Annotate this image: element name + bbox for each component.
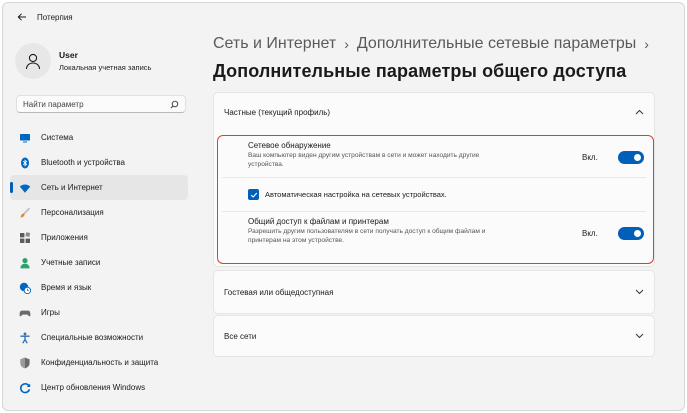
- search-placeholder: Найти параметр: [23, 99, 84, 109]
- avatar: [15, 43, 51, 79]
- sidebar-item-system[interactable]: Система: [10, 125, 188, 150]
- section-title: Все сети: [224, 331, 257, 341]
- auto-setup-label: Автоматическая настройка на сетевых устр…: [265, 190, 447, 199]
- person-icon: [19, 257, 31, 269]
- guest-public-card[interactable]: Гостевая или общедоступная: [213, 270, 655, 314]
- toggle-state-label: Вкл.: [582, 229, 598, 238]
- person-icon: [25, 53, 41, 70]
- file-sharing-toggle[interactable]: [618, 227, 644, 240]
- setting-title: Общий доступ к файлам и принтерам: [248, 217, 389, 226]
- sidebar-item-label: Bluetooth и устройства: [41, 158, 125, 167]
- checkmark-icon: [250, 192, 257, 198]
- shield-icon: [19, 357, 31, 369]
- private-profile-card: Частные (текущий профиль) Сетевое обнару…: [213, 92, 655, 267]
- sidebar-item-apps[interactable]: Приложения: [10, 225, 188, 250]
- search-icon: [170, 100, 179, 109]
- page-title: Дополнительные параметры общего доступа: [213, 61, 627, 81]
- breadcrumb-parent-link[interactable]: Сеть и Интернет: [213, 35, 336, 53]
- sidebar-item-accounts[interactable]: Учетные записи: [10, 250, 188, 275]
- globe-clock-icon: [19, 282, 31, 294]
- main-content: Сеть и Интернет › Дополнительные сетевые…: [209, 31, 684, 410]
- chevron-down-icon: [635, 333, 644, 339]
- user-profile[interactable]: User Локальная учетная запись: [15, 43, 151, 79]
- sidebar-item-gaming[interactable]: Игры: [10, 300, 188, 325]
- paintbrush-icon: [19, 206, 31, 219]
- sidebar: User Локальная учетная запись Найти пара…: [3, 31, 199, 410]
- back-button[interactable]: [11, 6, 33, 28]
- sidebar-item-label: Система: [41, 133, 74, 142]
- arrow-left-icon: [17, 13, 26, 21]
- monitor-icon: [19, 132, 31, 144]
- sidebar-item-time-language[interactable]: Время и язык: [10, 275, 188, 300]
- title-bar: Потерпия: [3, 3, 684, 31]
- divider: [222, 211, 646, 212]
- breadcrumb: Сеть и Интернет › Дополнительные сетевые…: [213, 35, 657, 53]
- setting-description: Ваш компьютер виден другим устройствам в…: [248, 152, 480, 168]
- network-discovery-toggle[interactable]: [618, 151, 644, 164]
- setting-description: Разрешить другим пользователям в сети по…: [248, 228, 486, 244]
- accessibility-icon: [19, 332, 31, 344]
- profile-name: User: [59, 50, 78, 60]
- profile-account-type: Локальная учетная запись: [59, 63, 152, 72]
- bluetooth-icon: [19, 157, 31, 169]
- chevron-right-icon: ›: [344, 36, 349, 52]
- private-profile-header[interactable]: Частные (текущий профиль): [214, 93, 654, 131]
- chevron-down-icon: [635, 289, 644, 295]
- chevron-up-icon: [635, 109, 644, 115]
- apps-icon: [19, 231, 31, 244]
- sidebar-item-privacy[interactable]: Конфиденциальность и защита: [10, 350, 188, 375]
- chevron-right-icon: ›: [644, 36, 649, 52]
- toggle-state-label: Вкл.: [582, 153, 598, 162]
- sidebar-nav: Система Bluetooth и устройства Сеть и Ин…: [10, 125, 188, 400]
- sidebar-item-label: Учетные записи: [41, 258, 101, 267]
- wifi-icon: [19, 182, 31, 194]
- sidebar-item-label: Персонализация: [41, 208, 104, 217]
- search-input[interactable]: Найти параметр: [16, 95, 186, 113]
- sidebar-item-label: Конфиденциальность и защита: [41, 358, 159, 367]
- setting-title: Сетевое обнаружение: [248, 141, 331, 150]
- sidebar-item-label: Игры: [41, 308, 60, 317]
- sidebar-item-label: Специальные возможности: [41, 333, 144, 342]
- update-icon: [19, 382, 31, 394]
- window-title: Потерпия: [37, 12, 73, 22]
- section-title: Частные (текущий профиль): [224, 107, 331, 117]
- section-title: Гостевая или общедоступная: [224, 287, 334, 297]
- divider: [222, 177, 646, 178]
- sidebar-item-label: Центр обновления Windows: [41, 383, 146, 392]
- sidebar-item-label: Время и язык: [41, 283, 92, 292]
- all-networks-card[interactable]: Все сети: [213, 315, 655, 357]
- sidebar-item-label: Приложения: [41, 233, 88, 242]
- sidebar-item-bluetooth[interactable]: Bluetooth и устройства: [10, 150, 188, 175]
- all-networks-header[interactable]: Все сети: [214, 316, 654, 356]
- sidebar-item-label: Сеть и Интернет: [41, 183, 103, 192]
- guest-public-header[interactable]: Гостевая или общедоступная: [214, 271, 654, 313]
- settings-window: Потерпия User Локальная учетная запись Н…: [2, 2, 685, 411]
- breadcrumb-current-link[interactable]: Дополнительные сетевые параметры: [357, 35, 636, 53]
- gamepad-icon: [19, 307, 31, 319]
- auto-setup-checkbox[interactable]: [248, 189, 259, 200]
- sidebar-item-network[interactable]: Сеть и Интернет: [10, 175, 188, 200]
- sidebar-item-windows-update[interactable]: Центр обновления Windows: [10, 375, 188, 400]
- sidebar-item-personalization[interactable]: Персонализация: [10, 200, 188, 225]
- sidebar-item-accessibility[interactable]: Специальные возможности: [10, 325, 188, 350]
